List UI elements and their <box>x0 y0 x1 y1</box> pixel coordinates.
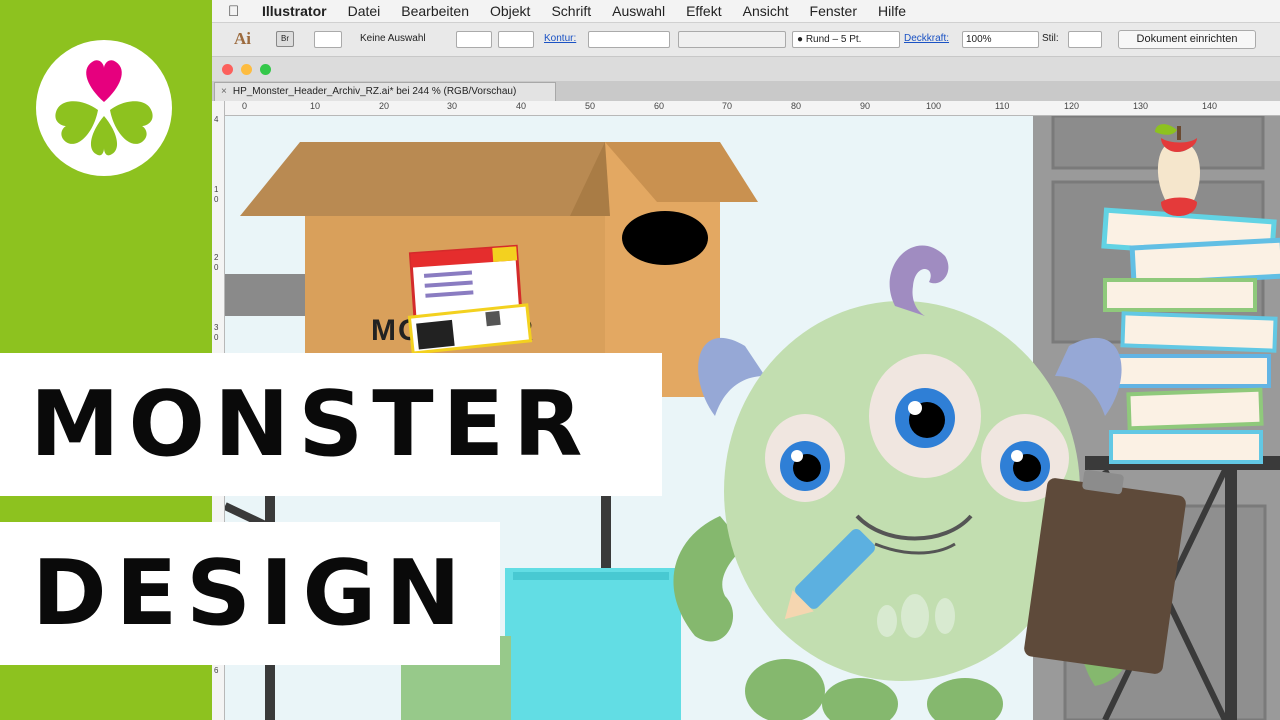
opacity-label[interactable]: Deckkraft: <box>904 33 949 44</box>
ruler-tick: 120 <box>1064 101 1080 111</box>
wall-shelf-shape <box>225 274 305 316</box>
ruler-tick: 60 <box>654 101 665 111</box>
selection-status-label: Keine Auswahl <box>360 33 426 44</box>
menu-ansicht[interactable]: Ansicht <box>743 3 789 19</box>
title-line-2: DESIGN <box>0 522 500 665</box>
ruler-tick: 40 <box>516 101 527 111</box>
ruler-tick: 10 <box>310 101 321 111</box>
menu-bar:  Illustrator Datei Bearbeiten Objekt Sc… <box>212 0 1280 23</box>
ruler-tick: 0 <box>214 263 219 272</box>
ai-app-icon: Ai <box>234 29 251 48</box>
document-setup-button[interactable]: Dokument einrichten <box>1118 30 1256 49</box>
arrange-documents-button[interactable] <box>314 31 342 48</box>
document-tab[interactable]: × HP_Monster_Header_Archiv_RZ.ai* bei 244… <box>214 82 556 101</box>
apple-icon[interactable]:  <box>228 3 244 20</box>
menu-objekt[interactable]: Objekt <box>490 3 530 19</box>
ruler-tick: 20 <box>379 101 390 111</box>
opacity-input[interactable]: 100% <box>962 31 1039 48</box>
ruler-tick: 110 <box>995 101 1010 111</box>
ruler-tick: 4 <box>214 115 219 124</box>
bridge-button[interactable]: Br <box>276 31 294 47</box>
brush-dropdown[interactable]: ● Rund – 5 Pt. <box>792 31 900 48</box>
ruler-tick: 100 <box>926 101 942 111</box>
stroke-label[interactable]: Kontur: <box>544 33 576 44</box>
minimize-window-button[interactable] <box>241 64 252 75</box>
ruler-tick: 3 <box>214 323 219 332</box>
menu-bearbeiten[interactable]: Bearbeiten <box>401 3 469 19</box>
brush-value: Rund – 5 Pt. <box>805 34 862 45</box>
variable-width-dropdown[interactable] <box>678 31 786 48</box>
menu-auswahl[interactable]: Auswahl <box>612 3 665 19</box>
style-dropdown[interactable] <box>1068 31 1102 48</box>
control-bar: Ai Br Keine Auswahl Kontur: ● Rund – 5 P… <box>212 23 1280 57</box>
menu-schrift[interactable]: Schrift <box>551 3 591 19</box>
ruler-tick: 0 <box>214 333 219 342</box>
horizontal-ruler[interactable]: 0 10 20 30 40 50 60 70 80 90 100 110 120… <box>224 101 1280 116</box>
document-tab-title: HP_Monster_Header_Archiv_RZ.ai* bei 244 … <box>232 86 517 97</box>
ruler-tick: 130 <box>1133 101 1149 111</box>
stroke-weight-input[interactable] <box>588 31 670 48</box>
menu-fenster[interactable]: Fenster <box>810 3 857 19</box>
ruler-tick: 50 <box>585 101 596 111</box>
title-line-1: MONSTER <box>0 353 662 496</box>
ruler-tick: 0 <box>214 195 219 204</box>
menu-effekt[interactable]: Effekt <box>686 3 722 19</box>
menu-app-name[interactable]: Illustrator <box>262 3 327 19</box>
ruler-tick: 6 <box>214 666 219 675</box>
zoom-window-button[interactable] <box>260 64 271 75</box>
clover-logo-icon <box>55 60 153 156</box>
document-tab-bar: × HP_Monster_Header_Archiv_RZ.ai* bei 244… <box>212 81 1280 102</box>
ruler-tick: 1 <box>214 185 219 194</box>
ruler-tick: 80 <box>791 101 802 111</box>
ruler-tick: 90 <box>860 101 871 111</box>
menu-hilfe[interactable]: Hilfe <box>878 3 906 19</box>
menu-datei[interactable]: Datei <box>348 3 381 19</box>
document-window-titlebar <box>212 57 1280 82</box>
close-tab-icon[interactable]: × <box>221 86 227 97</box>
clover-heart-logo <box>36 40 172 176</box>
ruler-tick: 140 <box>1202 101 1218 111</box>
ruler-tick: 30 <box>447 101 458 111</box>
stroke-color-dropdown[interactable] <box>498 31 534 48</box>
ruler-tick: 0 <box>242 101 248 111</box>
fill-color-dropdown[interactable] <box>456 31 492 48</box>
ruler-tick: 70 <box>722 101 733 111</box>
style-label: Stil: <box>1042 33 1059 44</box>
ruler-tick: 2 <box>214 253 219 262</box>
close-window-button[interactable] <box>222 64 233 75</box>
